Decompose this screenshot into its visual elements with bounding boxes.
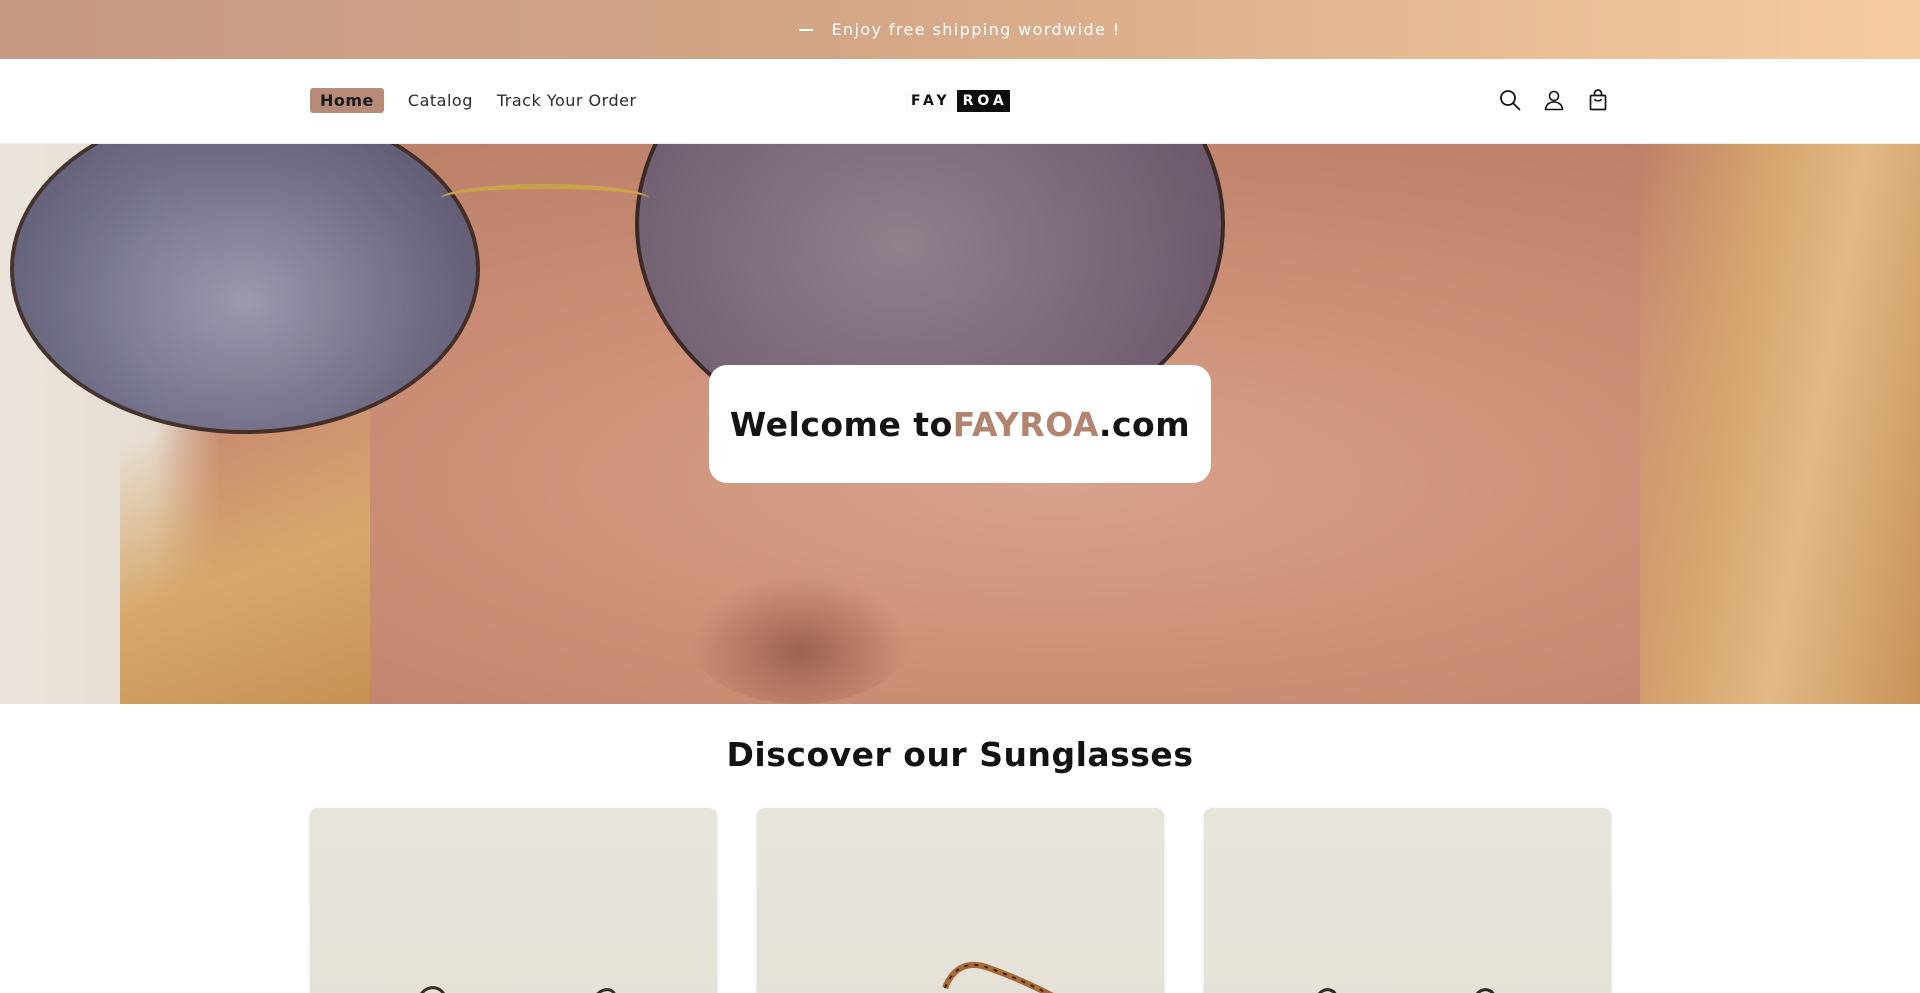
dash-icon bbox=[799, 28, 814, 31]
site-logo[interactable]: FAY ROA bbox=[905, 90, 1010, 112]
sunglasses-image bbox=[420, 986, 616, 993]
welcome-card: Welcome to FAYROA .com bbox=[709, 365, 1211, 483]
hero-hair-left bbox=[120, 404, 370, 704]
product-card[interactable] bbox=[757, 808, 1164, 993]
nav-track-order-link[interactable]: Track Your Order bbox=[497, 91, 637, 110]
main-nav: Home Catalog Track Your Order bbox=[310, 88, 661, 113]
hero-shadow bbox=[690, 574, 910, 704]
hero-sunglasses-bridge bbox=[440, 184, 650, 214]
cart-icon[interactable] bbox=[1585, 87, 1611, 113]
logo-part-2: ROA bbox=[956, 90, 1010, 112]
sunglasses-image bbox=[942, 961, 1054, 993]
product-grid bbox=[310, 808, 1611, 993]
announcement-bar: Enjoy free shipping wordwide ! bbox=[0, 0, 1920, 59]
search-icon[interactable] bbox=[1497, 87, 1523, 113]
nav-catalog-link[interactable]: Catalog bbox=[408, 91, 473, 110]
hero-hair-right bbox=[1640, 144, 1920, 704]
product-card[interactable] bbox=[1204, 808, 1611, 993]
nav-home-link[interactable]: Home bbox=[310, 88, 384, 113]
product-card[interactable] bbox=[310, 808, 717, 993]
logo-part-1: FAY bbox=[905, 90, 957, 112]
announcement-text: Enjoy free shipping wordwide ! bbox=[831, 20, 1121, 39]
welcome-brand: FAYROA bbox=[952, 404, 1099, 444]
welcome-suffix: .com bbox=[1098, 404, 1191, 444]
section-title: Discover our Sunglasses bbox=[726, 735, 1194, 774]
header-icons bbox=[1497, 87, 1629, 113]
sunglasses-image bbox=[1317, 988, 1495, 993]
welcome-prefix: Welcome to bbox=[729, 404, 953, 444]
site-header: Home Catalog Track Your Order FAY ROA bbox=[0, 59, 1920, 144]
account-icon[interactable] bbox=[1541, 87, 1567, 113]
